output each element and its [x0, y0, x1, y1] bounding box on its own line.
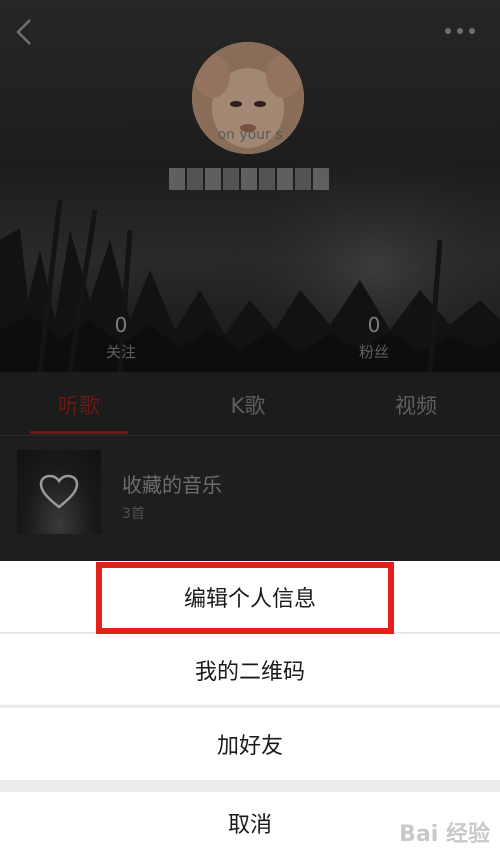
tab-video[interactable]: 视频 — [356, 390, 476, 420]
following-label: 关注 — [105, 343, 136, 361]
playlist-count: 3首 — [122, 506, 145, 522]
qr-code-button[interactable]: 我的二维码 — [0, 634, 500, 706]
edit-profile-label: 编辑个人信息 — [183, 586, 316, 612]
avatar-caption: on your s — [217, 127, 283, 143]
heart-icon — [39, 474, 79, 509]
edit-profile-button[interactable]: 编辑个人信息 — [0, 561, 500, 633]
qr-code-label: 我的二维码 — [194, 659, 305, 685]
add-friend-label: 加好友 — [216, 734, 283, 759]
cancel-label: 取消 — [227, 813, 272, 838]
username-blurred — [160, 166, 338, 192]
followers-stat[interactable]: 0 粉丝 — [344, 313, 404, 362]
playlist-section: 收藏的音乐 3首 — [0, 437, 500, 561]
followers-label: 粉丝 — [358, 343, 389, 361]
following-stat[interactable]: 0 关注 — [91, 313, 151, 362]
playlist-cover — [17, 450, 101, 534]
add-friend-button[interactable]: 加好友 — [0, 708, 500, 780]
watermark: Bai 经验 — [399, 822, 490, 847]
list-item[interactable]: 收藏的音乐 3首 — [0, 437, 500, 549]
profile-header: on your s 0 关注 0 粉丝 — [0, 0, 500, 372]
followers-count: 0 — [367, 313, 381, 337]
back-icon[interactable] — [10, 14, 40, 50]
active-tab-indicator — [30, 431, 128, 434]
following-count: 0 — [114, 313, 128, 337]
playlist-title: 收藏的音乐 — [122, 473, 222, 497]
tab-bar: 听歌 K歌 视频 — [0, 372, 500, 436]
action-sheet: 编辑个人信息 我的二维码 加好友 取消 Bai 经验 — [0, 561, 500, 854]
tab-karaoke[interactable]: K歌 — [188, 390, 308, 420]
tab-listen[interactable]: 听歌 — [19, 390, 139, 420]
more-icon[interactable] — [442, 22, 478, 40]
